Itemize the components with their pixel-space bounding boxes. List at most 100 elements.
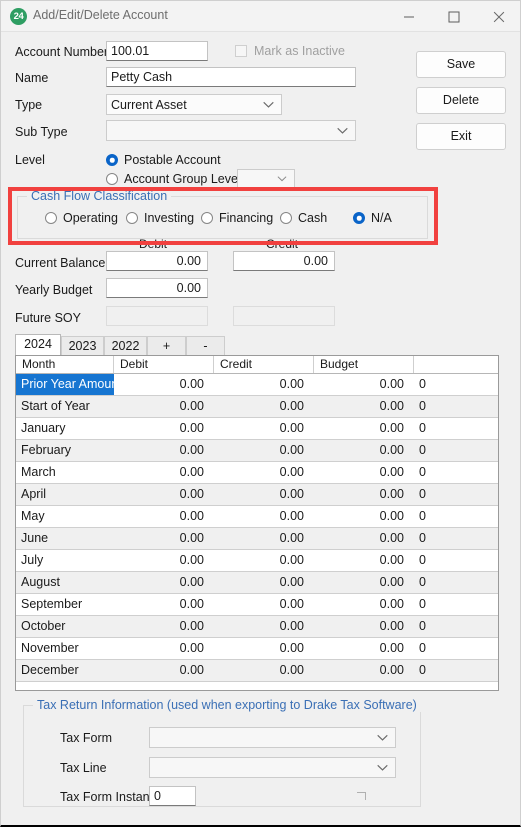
cell-extra[interactable]: 0 <box>414 638 498 659</box>
cell-budget[interactable]: 0.00 <box>314 616 414 637</box>
cell-debit[interactable]: 0.00 <box>114 638 214 659</box>
grid-header-credit[interactable]: Credit <box>214 356 314 373</box>
cell-budget[interactable]: 0.00 <box>314 484 414 505</box>
table-row[interactable]: June 0.00 0.00 0.00 0 <box>16 528 498 550</box>
cell-credit[interactable]: 0.00 <box>214 506 314 527</box>
grid-header-debit[interactable]: Debit <box>114 356 214 373</box>
cell-debit[interactable]: 0.00 <box>114 616 214 637</box>
cell-credit[interactable]: 0.00 <box>214 550 314 571</box>
cell-budget[interactable]: 0.00 <box>314 638 414 659</box>
year-tab-2024[interactable]: 2024 <box>15 334 61 355</box>
cell-extra[interactable]: 0 <box>414 440 498 461</box>
table-row[interactable]: April 0.00 0.00 0.00 0 <box>16 484 498 506</box>
cell-budget[interactable]: 0.00 <box>314 506 414 527</box>
yearly-budget-debit-input[interactable]: 0.00 <box>106 278 208 298</box>
current-balance-credit-input[interactable]: 0.00 <box>233 251 335 271</box>
cell-debit[interactable]: 0.00 <box>114 660 214 681</box>
table-row[interactable]: August 0.00 0.00 0.00 0 <box>16 572 498 594</box>
cell-month[interactable]: March <box>16 462 114 483</box>
cell-budget[interactable]: 0.00 <box>314 660 414 681</box>
sub-type-dropdown[interactable] <box>106 120 356 141</box>
cell-extra[interactable]: 0 <box>414 396 498 417</box>
cell-month[interactable]: July <box>16 550 114 571</box>
cell-credit[interactable]: 0.00 <box>214 638 314 659</box>
cell-credit[interactable]: 0.00 <box>214 374 314 395</box>
cell-debit[interactable]: 0.00 <box>114 594 214 615</box>
cell-month[interactable]: January <box>16 418 114 439</box>
minimize-button[interactable] <box>386 1 431 32</box>
exit-button[interactable]: Exit <box>416 123 506 150</box>
cell-debit[interactable]: 0.00 <box>114 572 214 593</box>
cell-credit[interactable]: 0.00 <box>214 484 314 505</box>
table-row[interactable]: October 0.00 0.00 0.00 0 <box>16 616 498 638</box>
cell-extra[interactable]: 0 <box>414 462 498 483</box>
cell-debit[interactable]: 0.00 <box>114 528 214 549</box>
cell-budget[interactable]: 0.00 <box>314 462 414 483</box>
cell-budget[interactable]: 0.00 <box>314 440 414 461</box>
year-tab-remove[interactable]: - <box>186 336 225 355</box>
cell-debit[interactable]: 0.00 <box>114 484 214 505</box>
cashflow-radio-na[interactable]: N/A <box>353 211 392 225</box>
cell-extra[interactable]: 0 <box>414 484 498 505</box>
cell-credit[interactable]: 0.00 <box>214 462 314 483</box>
cell-extra[interactable]: 0 <box>414 594 498 615</box>
table-row[interactable]: December 0.00 0.00 0.00 0 <box>16 660 498 682</box>
mark-as-inactive-checkbox[interactable]: Mark as Inactive <box>235 44 345 58</box>
tax-form-dropdown[interactable] <box>149 727 396 748</box>
cell-extra[interactable]: 0 <box>414 374 498 395</box>
table-row[interactable]: May 0.00 0.00 0.00 0 <box>16 506 498 528</box>
grid-header-budget[interactable]: Budget <box>314 356 414 373</box>
cell-debit[interactable]: 0.00 <box>114 550 214 571</box>
cashflow-radio-investing[interactable]: Investing <box>126 211 194 225</box>
cell-month[interactable]: September <box>16 594 114 615</box>
maximize-button[interactable] <box>431 1 476 32</box>
name-input[interactable]: Petty Cash <box>106 67 356 87</box>
cell-extra[interactable]: 0 <box>414 418 498 439</box>
cell-credit[interactable]: 0.00 <box>214 572 314 593</box>
cell-month[interactable]: October <box>16 616 114 637</box>
cell-month[interactable]: May <box>16 506 114 527</box>
cell-credit[interactable]: 0.00 <box>214 594 314 615</box>
cell-debit[interactable]: 0.00 <box>114 506 214 527</box>
cell-budget[interactable]: 0.00 <box>314 374 414 395</box>
delete-button[interactable]: Delete <box>416 87 506 114</box>
type-dropdown[interactable]: Current Asset <box>106 94 282 115</box>
table-row[interactable]: January 0.00 0.00 0.00 0 <box>16 418 498 440</box>
year-tab-add[interactable]: + <box>147 336 186 355</box>
table-row[interactable]: July 0.00 0.00 0.00 0 <box>16 550 498 572</box>
cell-debit[interactable]: 0.00 <box>114 396 214 417</box>
cell-month[interactable]: November <box>16 638 114 659</box>
cell-debit[interactable]: 0.00 <box>114 374 214 395</box>
cell-extra[interactable]: 0 <box>414 506 498 527</box>
account-group-dropdown[interactable] <box>237 169 295 189</box>
cashflow-radio-financing[interactable]: Financing <box>201 211 273 225</box>
cell-month[interactable]: August <box>16 572 114 593</box>
table-row[interactable]: September 0.00 0.00 0.00 0 <box>16 594 498 616</box>
cashflow-radio-operating[interactable]: Operating <box>45 211 118 225</box>
current-balance-debit-input[interactable]: 0.00 <box>106 251 208 271</box>
cashflow-radio-cash[interactable]: Cash <box>280 211 327 225</box>
level-radio-postable-account[interactable]: Postable Account <box>106 153 221 167</box>
cell-budget[interactable]: 0.00 <box>314 528 414 549</box>
year-tab-2023[interactable]: 2023 <box>61 336 104 355</box>
cell-month[interactable]: Start of Year <box>16 396 114 417</box>
cell-debit[interactable]: 0.00 <box>114 418 214 439</box>
account-number-input[interactable]: 100.01 <box>106 41 208 61</box>
cell-credit[interactable]: 0.00 <box>214 616 314 637</box>
cell-credit[interactable]: 0.00 <box>214 528 314 549</box>
monthly-amounts-grid[interactable]: Month Debit Credit Budget Prior Year Amo… <box>15 355 499 691</box>
cell-month[interactable]: June <box>16 528 114 549</box>
cell-budget[interactable]: 0.00 <box>314 396 414 417</box>
cell-month[interactable]: December <box>16 660 114 681</box>
grid-header-extra[interactable] <box>414 356 498 373</box>
table-row[interactable]: Prior Year Amount 0.00 0.00 0.00 0 <box>16 374 498 396</box>
year-tab-2022[interactable]: 2022 <box>104 336 147 355</box>
tax-form-instance-input[interactable]: 0 <box>149 786 196 806</box>
cell-budget[interactable]: 0.00 <box>314 594 414 615</box>
cell-budget[interactable]: 0.00 <box>314 418 414 439</box>
cell-extra[interactable]: 0 <box>414 660 498 681</box>
cell-debit[interactable]: 0.00 <box>114 462 214 483</box>
cell-month[interactable]: February <box>16 440 114 461</box>
close-button[interactable] <box>476 1 520 32</box>
cell-extra[interactable]: 0 <box>414 616 498 637</box>
